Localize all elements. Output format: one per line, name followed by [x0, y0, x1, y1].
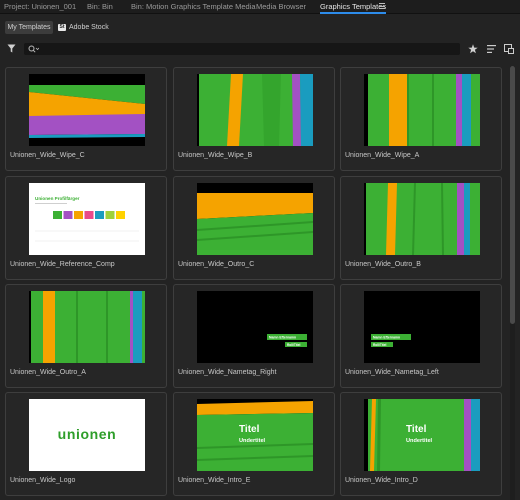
thumbnail-wipe-c	[29, 74, 145, 146]
thumbnail-logo: unionen	[29, 399, 145, 471]
tab-graphics-templates[interactable]: Graphics Templates	[320, 0, 387, 14]
thumbnail-nametag-left: Namn Efternamn Roll/Titel	[364, 291, 480, 363]
tab-my-templates[interactable]: My Templates	[5, 21, 53, 34]
thumbnail-wipe-a	[364, 74, 480, 146]
template-thumbnail	[29, 74, 145, 146]
template-thumbnail	[364, 183, 480, 255]
template-name: Unionen_Wide_Nametag_Left	[345, 369, 439, 376]
svg-text:Titel: Titel	[406, 424, 427, 435]
template-thumbnail	[197, 74, 313, 146]
template-card[interactable]: Unionen_Wide_Wipe_C	[5, 67, 167, 171]
template-name: Unionen_Wide_Wipe_B	[178, 152, 253, 159]
template-card[interactable]: Unionen_Wide_Outro_A	[5, 284, 167, 388]
template-thumbnail: Titel Undertitel	[364, 399, 480, 471]
template-card[interactable]: Titel Undertitel Unionen_Wide_Intro_E	[173, 392, 335, 496]
panel-menu-icon[interactable]	[379, 3, 385, 9]
template-card[interactable]: Unionen_Wide_Wipe_B	[173, 67, 335, 171]
search-input[interactable]	[41, 43, 441, 55]
tab-adobe-stock[interactable]: St Adobe Stock	[55, 21, 113, 34]
template-name: Unionen_Wide_Intro_D	[345, 477, 418, 484]
svg-text:Namn Efternamn: Namn Efternamn	[269, 336, 296, 340]
new-bin-icon[interactable]	[504, 44, 514, 54]
template-thumbnail: Namn Efternamn Roll/Titel	[364, 291, 480, 363]
template-card[interactable]: Unionen_Wide_Wipe_A	[340, 67, 502, 171]
template-name: Unionen_Wide_Logo	[10, 477, 76, 484]
template-card[interactable]: unionen Unionen_Wide_Logo	[5, 392, 167, 496]
svg-text:Unionen Profilfärger: Unionen Profilfärger	[35, 196, 80, 201]
template-name: Unionen_Wide_Wipe_C	[10, 152, 85, 159]
tab-media-browser[interactable]: Media Browser	[256, 0, 306, 13]
template-thumbnail: unionen	[29, 399, 145, 471]
svg-text:Undertitel: Undertitel	[239, 438, 266, 444]
thumbnail-outro-a	[29, 291, 145, 363]
template-card[interactable]: Titel Undertitel Unionen_Wide_Intro_D	[340, 392, 502, 496]
template-name: Unionen_Wide_Wipe_A	[345, 152, 420, 159]
template-card[interactable]: Unionen Profilfärger Unionen_Wide_Refere…	[5, 176, 167, 280]
template-name: Unionen_Wide_Outro_A	[10, 369, 86, 376]
template-name: Unionen_Wide_Outro_C	[178, 261, 255, 268]
thumbnail-wipe-b	[197, 74, 313, 146]
template-name: Unionen_Wide_Nametag_Right	[178, 369, 277, 376]
template-thumbnail	[29, 291, 145, 363]
adobe-stock-icon: St	[58, 23, 66, 31]
svg-text:Roll/Titel: Roll/Titel	[373, 343, 387, 347]
thumbnail-intro-e: Titel Undertitel	[197, 399, 313, 471]
template-thumbnail: Titel Undertitel	[197, 399, 313, 471]
list-view-icon[interactable]	[487, 45, 496, 53]
template-thumbnail: Namn Efternamn Roll/Titel	[197, 291, 313, 363]
svg-text:Roll/Titel: Roll/Titel	[287, 343, 301, 347]
template-name: Unionen_Wide_Intro_E	[178, 477, 251, 484]
template-card[interactable]: Namn Efternamn Roll/Titel Unionen_Wide_Na…	[173, 284, 335, 388]
templates-grid: Unionen_Wide_Wipe_C Unionen_Wide_Wipe_B …	[5, 65, 508, 500]
thumbnail-nametag-right: Namn Efternamn Roll/Titel	[197, 291, 313, 363]
svg-text:Namn Efternamn: Namn Efternamn	[373, 336, 400, 340]
template-thumbnail	[197, 183, 313, 255]
thumbnail-reference: Unionen Profilfärger	[29, 183, 145, 255]
tab-bin-mogrt-media[interactable]: Bin: Motion Graphics Template Media	[131, 0, 256, 13]
filter-icon[interactable]	[7, 44, 16, 53]
template-thumbnail: Unionen Profilfärger	[29, 183, 145, 255]
template-name: Unionen_Wide_Outro_B	[345, 261, 421, 268]
template-thumbnail	[364, 74, 480, 146]
search-field[interactable]	[24, 43, 460, 55]
adobe-stock-label: Adobe Stock	[69, 24, 109, 31]
tab-bin[interactable]: Bin: Bin	[87, 0, 113, 13]
panel-tab-bar: Project: Unionen_001 Bin: Bin Bin: Motio…	[0, 0, 520, 14]
star-icon[interactable]	[468, 44, 478, 54]
template-card[interactable]: Unionen_Wide_Outro_B	[340, 176, 502, 280]
svg-text:unionen: unionen	[58, 426, 117, 442]
template-name: Unionen_Wide_Reference_Comp	[10, 261, 115, 268]
template-card[interactable]: Unionen_Wide_Outro_C	[173, 176, 335, 280]
search-icon	[28, 45, 39, 53]
scrollbar-thumb[interactable]	[510, 66, 515, 324]
template-card[interactable]: Namn Efternamn Roll/Titel Unionen_Wide_Na…	[340, 284, 502, 388]
tab-project[interactable]: Project: Unionen_001	[4, 0, 76, 13]
thumbnail-intro-d: Titel Undertitel	[364, 399, 480, 471]
svg-text:Undertitel: Undertitel	[406, 438, 433, 444]
thumbnail-outro-c	[197, 183, 313, 255]
svg-text:Titel: Titel	[239, 424, 260, 435]
thumbnail-outro-b	[364, 183, 480, 255]
